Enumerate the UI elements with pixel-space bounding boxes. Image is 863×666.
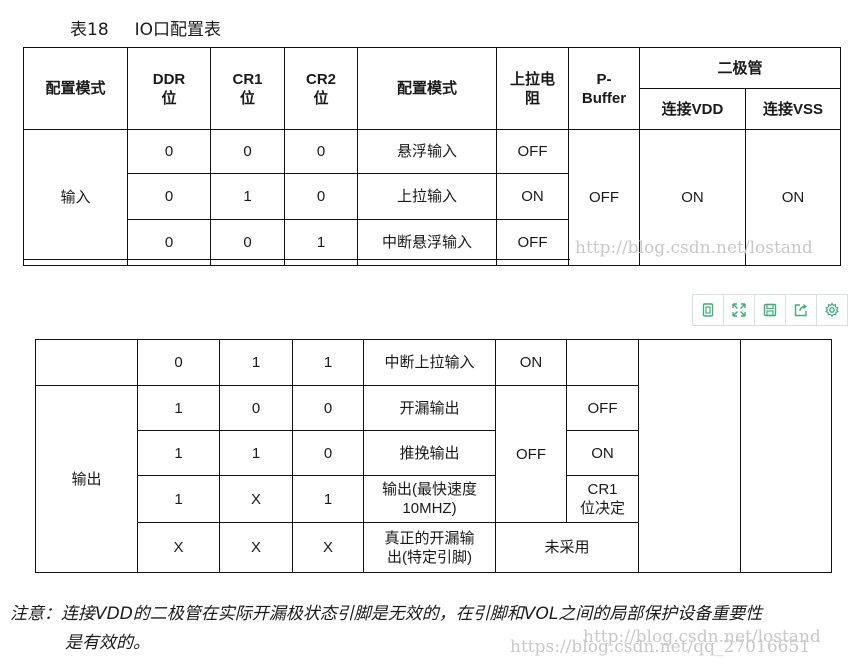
cell-pullup: ON bbox=[496, 173, 569, 220]
image-toolbar bbox=[692, 294, 848, 326]
mode-input-cell: 输入 bbox=[23, 129, 128, 266]
header-cr2: CR2 位 bbox=[284, 47, 358, 130]
cell-ddr: 0 bbox=[127, 129, 211, 174]
cell-pullup: ON bbox=[495, 339, 567, 386]
cell-cr2: 0 bbox=[284, 129, 358, 174]
table-number: 表18 bbox=[70, 20, 109, 40]
cell-diode-vdd-empty bbox=[638, 339, 741, 573]
cell-pbuffer-empty bbox=[566, 339, 639, 386]
copy-button[interactable] bbox=[692, 294, 724, 326]
cell-ddr: 1 bbox=[137, 475, 220, 523]
cell-config: 中断上拉输入 bbox=[363, 339, 496, 386]
header-ddr: DDR 位 bbox=[127, 47, 211, 130]
cell-pullup-output: OFF bbox=[495, 385, 567, 523]
cell-config: 开漏输出 bbox=[363, 385, 496, 431]
cell-ddr: 1 bbox=[137, 430, 220, 476]
table-title: IO口配置表 bbox=[134, 20, 222, 40]
table-caption: 表18 IO口配置表 bbox=[70, 16, 221, 44]
cell-ddr: X bbox=[137, 522, 220, 573]
cell-cr1: 0 bbox=[219, 385, 293, 431]
cell-ddr: 0 bbox=[137, 339, 220, 386]
cell-cr1: 0 bbox=[210, 129, 285, 174]
header-diode: 二极管 bbox=[638, 47, 842, 89]
cell-pullup: OFF bbox=[496, 129, 569, 174]
cell-ddr: 0 bbox=[127, 173, 211, 220]
cell-config: 上拉输入 bbox=[357, 173, 497, 220]
cell-pbuffer: OFF bbox=[566, 385, 639, 431]
cell-diode-vss-empty bbox=[740, 339, 832, 573]
cell-cr2: 1 bbox=[292, 339, 364, 386]
expand-button[interactable] bbox=[723, 294, 755, 326]
cell-cr2: 0 bbox=[284, 173, 358, 220]
io-config-table-part2: 0 1 1 中断上拉输入 ON 输出 1 0 0 开漏输出 OFF OFF 1 … bbox=[35, 339, 832, 573]
table-part1-bottom-rule bbox=[23, 259, 570, 260]
watermark-top: http://blog.csdn.net/lostand bbox=[575, 238, 813, 258]
watermark-bottom-front: https://blog.csdn.net/qq_27016651 bbox=[510, 637, 811, 657]
save-button[interactable] bbox=[754, 294, 786, 326]
cell-ddr: 1 bbox=[137, 385, 220, 431]
settings-button[interactable] bbox=[816, 294, 848, 326]
header-mode: 配置模式 bbox=[23, 47, 128, 130]
cell-cr2: 0 bbox=[292, 385, 364, 431]
cell-pbuffer: CR1 位决定 bbox=[566, 475, 639, 523]
save-icon bbox=[763, 303, 777, 317]
settings-icon bbox=[825, 302, 839, 318]
cell-cr1: X bbox=[219, 475, 293, 523]
expand-icon bbox=[732, 303, 746, 317]
cell-cr1: 1 bbox=[210, 173, 285, 220]
cell-cr2: 1 bbox=[292, 475, 364, 523]
header-cr1: CR1 位 bbox=[210, 47, 285, 130]
header-diode-vss: 连接VSS bbox=[744, 88, 842, 130]
cell-pbuffer: ON bbox=[566, 430, 639, 476]
share-icon bbox=[794, 303, 807, 317]
cell-cr2: X bbox=[292, 522, 364, 573]
cell-cr1: 1 bbox=[219, 339, 293, 386]
copy-icon bbox=[702, 303, 714, 317]
share-button[interactable] bbox=[785, 294, 817, 326]
cell-config: 悬浮输入 bbox=[357, 129, 497, 174]
header-diode-vdd: 连接VDD bbox=[639, 88, 746, 130]
io-config-table-part1: 配置模式 DDR 位 CR1 位 CR2 位 配置模式 上拉电阻 P- Buffer 二… bbox=[23, 47, 842, 266]
cell-not-used: 未采用 bbox=[495, 522, 639, 573]
mode-empty-cell bbox=[35, 339, 138, 386]
cell-config: 真正的开漏输 出(特定引脚) bbox=[363, 522, 496, 573]
cell-cr2: 0 bbox=[292, 430, 364, 476]
footnote-line-1: 注意：连接VDD的二极管在实际开漏极状态引脚是无效的，在引脚和VOL之间的局部保… bbox=[10, 604, 763, 624]
header-config-mode: 配置模式 bbox=[357, 47, 497, 130]
cell-config: 推挽输出 bbox=[363, 430, 496, 476]
header-pullup: 上拉电阻 bbox=[496, 47, 569, 130]
header-pbuffer: P- Buffer bbox=[568, 47, 640, 130]
cell-cr1: X bbox=[219, 522, 293, 573]
cell-config: 输出(最快速度 10MHZ) bbox=[363, 475, 496, 523]
cell-cr1: 1 bbox=[219, 430, 293, 476]
mode-output-cell: 输出 bbox=[35, 385, 138, 573]
